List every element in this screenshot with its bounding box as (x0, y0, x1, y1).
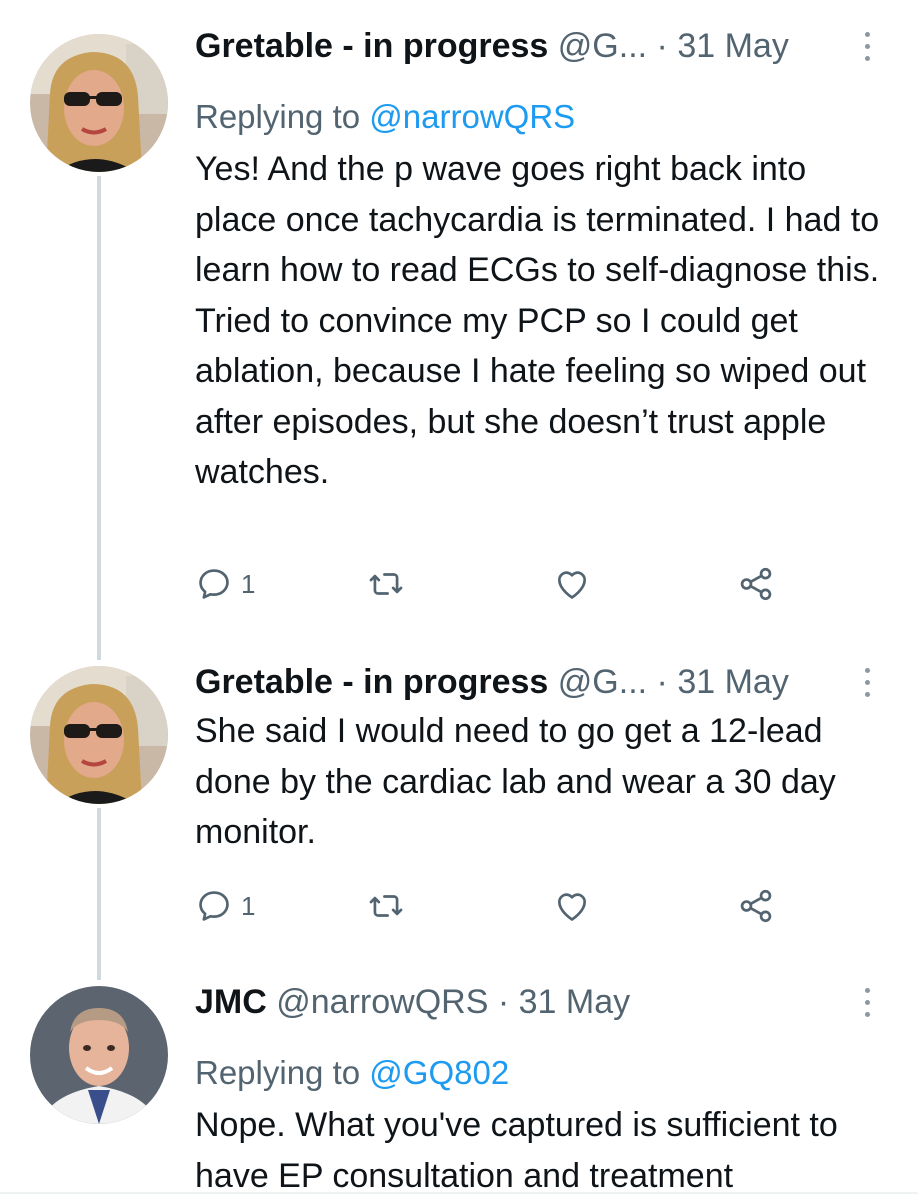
replying-to-line: Replying to @GQ802 (195, 1048, 918, 1098)
tweet-timestamp[interactable]: 31 May (677, 27, 789, 65)
heart-icon (557, 893, 587, 921)
tweet-text: Nope. What you've captured is sufficient… (195, 1106, 838, 1195)
tweet[interactable]: JMC @narrowQRS · 31 May Replying to @GQ8… (195, 982, 918, 1201)
retweet-icon (369, 895, 403, 917)
thread-connector-line (97, 808, 101, 980)
tweet[interactable]: Gretable - in progress @G... · 31 May Re… (195, 26, 918, 498)
mention-link[interactable]: @narrowQRS (369, 98, 575, 135)
reply-button[interactable]: 1 (195, 884, 255, 928)
tweet-header: Gretable - in progress @G... · 31 May (195, 662, 918, 702)
share-button[interactable] (737, 562, 775, 606)
replying-prefix: Replying to (195, 1054, 361, 1091)
vertical-dots-icon[interactable] (860, 30, 874, 62)
replying-to-line: Replying to @narrowQRS (195, 92, 918, 142)
woman-sunglasses-avatar-icon (30, 666, 168, 804)
vertical-dots-icon[interactable] (860, 666, 874, 698)
heart-icon (557, 571, 587, 599)
author-handle[interactable]: @narrowQRS (276, 983, 488, 1021)
avatar[interactable] (30, 986, 168, 1124)
share-icon (740, 567, 772, 601)
woman-sunglasses-avatar-icon (30, 34, 168, 172)
tweet-timestamp[interactable]: 31 May (519, 983, 631, 1021)
tweet-header: Gretable - in progress @G... · 31 May (195, 26, 918, 66)
author-name[interactable]: Gretable - in progress (195, 27, 548, 65)
mention-link[interactable]: @GQ802 (369, 1054, 509, 1091)
speech-bubble-icon (199, 891, 229, 921)
separator-dot: · (497, 983, 510, 1021)
reply-count: 1 (241, 890, 256, 921)
author-handle[interactable]: @G... (558, 663, 647, 701)
tweet-text: Yes! And the p wave goes right back into… (195, 150, 880, 491)
avatar[interactable] (30, 666, 168, 804)
reply-button[interactable]: 1 (195, 562, 255, 606)
avatar[interactable] (30, 34, 168, 172)
like-button[interactable] (553, 884, 591, 928)
share-button[interactable] (737, 884, 775, 928)
retweet-icon (369, 573, 403, 595)
tweet-actions: 1 (195, 884, 835, 928)
like-button[interactable] (553, 562, 591, 606)
man-doctor-avatar-icon (30, 986, 168, 1124)
reply-count: 1 (241, 568, 256, 599)
author-name[interactable]: Gretable - in progress (195, 663, 548, 701)
separator-dot: · (656, 27, 668, 65)
retweet-button[interactable] (367, 562, 405, 606)
tweet[interactable]: Gretable - in progress @G... · 31 May Sh… (195, 662, 918, 858)
separator-dot: · (656, 663, 668, 701)
share-icon (740, 889, 772, 923)
replying-prefix: Replying to (195, 98, 361, 135)
divider (0, 1192, 918, 1194)
tweet-header: JMC @narrowQRS · 31 May (195, 982, 918, 1022)
author-name[interactable]: JMC (195, 983, 267, 1021)
tweet-timestamp[interactable]: 31 May (677, 663, 789, 701)
retweet-button[interactable] (367, 884, 405, 928)
vertical-dots-icon[interactable] (860, 986, 874, 1018)
speech-bubble-icon (199, 569, 229, 599)
author-handle[interactable]: @G... (558, 27, 647, 65)
tweet-text: She said I would need to go get a 12-lea… (195, 712, 836, 851)
tweet-actions: 1 (195, 562, 835, 606)
thread-connector-line (97, 176, 101, 660)
